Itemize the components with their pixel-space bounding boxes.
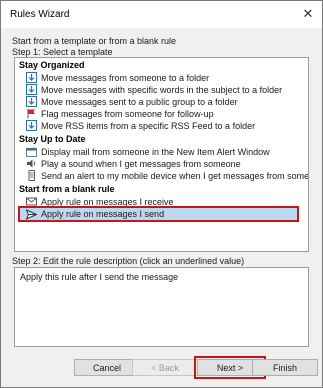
title-bar: Rules Wizard ✕: [1, 1, 322, 28]
step2-label: Step 2: Edit the rule description (click…: [12, 256, 245, 266]
template-item[interactable]: Apply rule on messages I receive: [26, 196, 174, 207]
template-item[interactable]: Move messages sent to a public group to …: [26, 96, 238, 107]
rule-description-box[interactable]: Apply this rule after I send the message: [14, 267, 309, 347]
move-to-folder-icon: [26, 72, 37, 83]
group-header-blank-rule: Start from a blank rule: [19, 184, 115, 194]
template-item[interactable]: Send an alert to my mobile device when I…: [26, 170, 309, 181]
group-header-stay-organized: Stay Organized: [19, 60, 85, 70]
template-item[interactable]: Move messages from someone to a folder: [26, 72, 209, 83]
move-to-folder-icon: [26, 96, 37, 107]
template-item-selected[interactable]: Apply rule on messages I send: [18, 206, 299, 222]
template-item-label: Apply rule on messages I send: [41, 209, 165, 219]
send-arrow-icon: [26, 208, 37, 220]
speaker-icon: [27, 159, 36, 168]
close-icon[interactable]: ✕: [302, 7, 314, 20]
template-item-label: Flag messages from someone for follow-up: [41, 108, 214, 119]
rules-wizard-dialog: Rules Wizard ✕ Start from a template or …: [0, 0, 323, 388]
back-button[interactable]: < Back: [132, 359, 198, 376]
template-item-label: Move messages from someone to a folder: [41, 72, 210, 83]
cancel-button[interactable]: Cancel: [74, 359, 140, 376]
mobile-device-icon: [28, 170, 35, 181]
envelope-icon: [26, 197, 37, 206]
template-item[interactable]: Display mail from someone in the New Ite…: [26, 146, 270, 157]
move-to-folder-icon: [26, 84, 37, 95]
red-flag-icon: [27, 109, 35, 119]
dialog-title: Rules Wizard: [10, 9, 70, 20]
template-item[interactable]: Play a sound when I get messages from so…: [26, 158, 241, 169]
template-item-label: Play a sound when I get messages from so…: [41, 158, 241, 169]
template-item-label: Move messages sent to a public group to …: [41, 96, 238, 107]
step1-label: Step 1: Select a template: [12, 47, 113, 57]
template-item[interactable]: Move messages with specific words in the…: [26, 84, 282, 95]
move-to-folder-icon: [26, 120, 37, 131]
rule-description-text: Apply this rule after I send the message: [20, 272, 179, 282]
template-item-label: Display mail from someone in the New Ite…: [41, 146, 270, 157]
template-item[interactable]: Move RSS items from a specific RSS Feed …: [26, 120, 255, 131]
template-item-label: Apply rule on messages I receive: [41, 196, 174, 207]
template-list[interactable]: Stay Organized Move messages from someon…: [14, 57, 309, 252]
template-item[interactable]: Flag messages from someone for follow-up: [26, 108, 214, 119]
intro-label: Start from a template or from a blank ru…: [12, 36, 177, 46]
group-header-stay-up-to-date: Stay Up to Date: [19, 134, 86, 144]
template-item-label: Move RSS items from a specific RSS Feed …: [41, 120, 256, 131]
template-item-label: Send an alert to my mobile device when I…: [41, 170, 309, 181]
finish-button[interactable]: Finish: [252, 359, 318, 376]
alert-window-icon: [26, 146, 37, 157]
template-item-label: Move messages with specific words in the…: [41, 84, 283, 95]
